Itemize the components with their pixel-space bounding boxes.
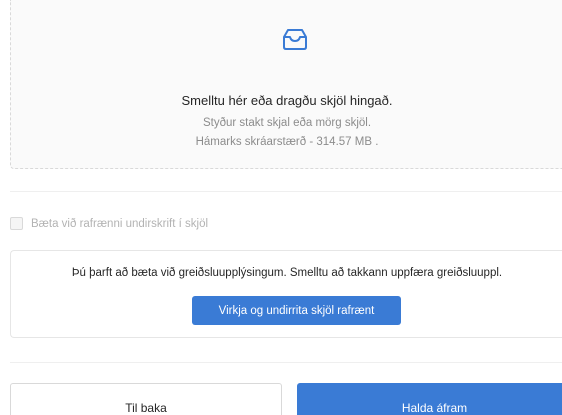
divider bbox=[10, 191, 562, 192]
dropzone-title: Smelltu hér eða dragðu skjöl hingað. bbox=[181, 93, 393, 108]
add-signature-label: Bæta við rafrænni undirskrift í skjöl bbox=[31, 217, 209, 230]
file-dropzone[interactable]: Smelltu hér eða dragðu skjöl hingað. Sty… bbox=[10, 0, 562, 169]
divider bbox=[10, 362, 562, 363]
payment-notice-box: Þú þarft að bæta við greiðsluupplýsingum… bbox=[10, 250, 562, 338]
dropzone-hint-max-size: Hámarks skráarstærð - 314.57 MB . bbox=[195, 136, 379, 148]
add-signature-checkbox[interactable] bbox=[10, 217, 23, 230]
inbox-icon bbox=[283, 29, 307, 50]
back-button[interactable]: Til baka bbox=[10, 383, 282, 415]
dropzone-hint-files: Styður stakt skjal eða mörg skjöl. bbox=[202, 117, 372, 129]
continue-button[interactable]: Halda áfram bbox=[297, 383, 562, 415]
activate-and-sign-button[interactable]: Virkja og undirrita skjöl rafrænt bbox=[192, 296, 401, 325]
payment-notice-text: Þú þarft að bæta við greiðsluupplýsingum… bbox=[71, 267, 503, 279]
add-signature-option[interactable]: Bæta við rafrænni undirskrift í skjöl bbox=[10, 217, 208, 230]
upload-page: Smelltu hér eða dragðu skjöl hingað. Sty… bbox=[0, 0, 562, 415]
